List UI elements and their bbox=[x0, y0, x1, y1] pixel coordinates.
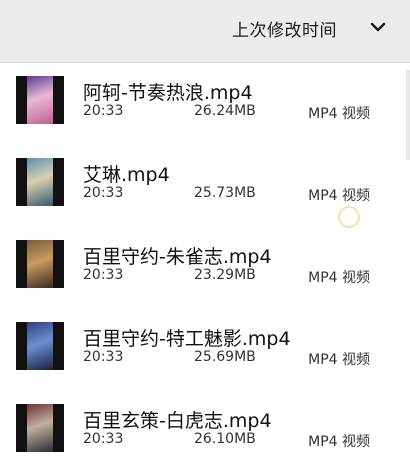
thumbnail-art bbox=[27, 158, 53, 206]
video-thumbnail bbox=[16, 404, 64, 452]
thumbnail-art bbox=[27, 322, 53, 370]
file-name: 艾琳.mp4 bbox=[83, 164, 170, 186]
file-size: 25.73MB bbox=[194, 185, 256, 201]
thumbnail-art bbox=[27, 404, 53, 452]
file-type: MP4 视频 bbox=[308, 352, 370, 368]
video-thumbnail bbox=[16, 76, 64, 124]
file-name: 百里玄策-白虎志.mp4 bbox=[83, 410, 272, 432]
sort-label[interactable]: 上次修改时间 bbox=[232, 16, 337, 41]
file-list: 阿轲-节奏热浪.mp4 20:33 26.24MB MP4 视频 艾琳.mp4 … bbox=[0, 62, 410, 456]
file-browser: 上次修改时间 阿轲-节奏热浪.mp4 20:33 26.24MB MP4 视频 … bbox=[0, 0, 410, 456]
file-type: MP4 视频 bbox=[308, 434, 370, 450]
thumbnail-art bbox=[27, 240, 53, 288]
file-size: 26.24MB bbox=[194, 103, 256, 119]
file-time: 20:33 bbox=[83, 349, 124, 365]
file-time: 20:33 bbox=[83, 267, 124, 283]
file-time: 20:33 bbox=[83, 103, 124, 119]
thumbnail-art bbox=[27, 76, 53, 124]
file-type: MP4 视频 bbox=[308, 106, 370, 122]
file-name: 阿轲-节奏热浪.mp4 bbox=[83, 82, 253, 104]
file-size: 25.69MB bbox=[194, 349, 256, 365]
file-size: 23.29MB bbox=[194, 267, 256, 283]
file-type: MP4 视频 bbox=[308, 188, 370, 204]
file-time: 20:33 bbox=[83, 185, 124, 201]
video-thumbnail bbox=[16, 240, 64, 288]
file-time: 20:33 bbox=[83, 431, 124, 447]
touch-indicator bbox=[338, 206, 360, 228]
list-item[interactable]: 阿轲-节奏热浪.mp4 20:33 26.24MB MP4 视频 bbox=[0, 62, 410, 144]
list-item[interactable]: 百里守约-特工魅影.mp4 20:33 25.69MB MP4 视频 bbox=[0, 308, 410, 390]
file-name: 百里守约-朱雀志.mp4 bbox=[83, 246, 272, 268]
scrollbar[interactable] bbox=[406, 70, 410, 160]
file-size: 26.10MB bbox=[194, 431, 256, 447]
video-thumbnail bbox=[16, 158, 64, 206]
file-name: 百里守约-特工魅影.mp4 bbox=[83, 328, 291, 350]
video-thumbnail bbox=[16, 322, 64, 370]
list-item[interactable]: 百里守约-朱雀志.mp4 20:33 23.29MB MP4 视频 bbox=[0, 226, 410, 308]
sort-bar[interactable]: 上次修改时间 bbox=[0, 0, 410, 63]
chevron-down-icon[interactable] bbox=[368, 17, 388, 37]
file-type: MP4 视频 bbox=[308, 270, 370, 286]
list-item[interactable]: 百里玄策-白虎志.mp4 20:33 26.10MB MP4 视频 bbox=[0, 390, 410, 456]
